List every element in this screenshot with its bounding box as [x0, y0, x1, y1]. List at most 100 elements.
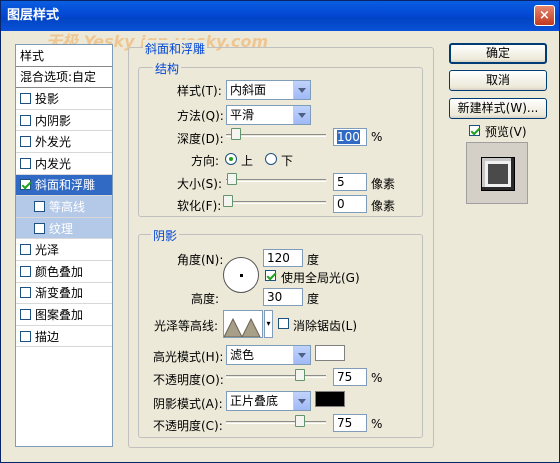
checkbox-gradient-overlay[interactable] [20, 287, 31, 299]
shadow-opacity-label: 不透明度(C): [153, 419, 223, 433]
soften-unit: 像素 [371, 199, 396, 213]
angle-label: 角度(N): [177, 253, 224, 267]
highlight-mode-select[interactable]: 滤色 [226, 345, 311, 365]
global-light-checkbox[interactable] [265, 270, 276, 281]
title-bar: 图层样式 × [1, 1, 559, 31]
style-item-satin[interactable]: 光泽 [16, 239, 112, 261]
highlight-mode-label: 高光模式(H): [153, 350, 224, 364]
style-item-outer-glow[interactable]: 外发光 [16, 131, 112, 153]
shadow-opacity-slider-thumb[interactable] [295, 415, 305, 427]
style-item-pattern-overlay[interactable]: 图案叠加 [16, 304, 112, 326]
size-label: 大小(S): [177, 177, 223, 191]
chevron-down-icon [293, 392, 310, 410]
angle-input[interactable]: 120 [263, 249, 303, 267]
altitude-label: 高度: [191, 292, 220, 306]
depth-label: 深度(D): [177, 132, 224, 146]
shadow-color-swatch[interactable] [315, 391, 345, 407]
checkbox-contour[interactable] [34, 200, 45, 212]
checkbox-outer-glow[interactable] [20, 136, 31, 148]
global-light-label: 使用全局光(G) [281, 271, 360, 285]
ok-button[interactable]: 确定 [449, 43, 547, 64]
style-item-bevel-emboss[interactable]: 斜面和浮雕 [16, 174, 112, 197]
direction-up-label: 上 [241, 154, 254, 168]
depth-input[interactable]: 100 [333, 128, 367, 146]
highlight-opacity-label: 不透明度(O): [153, 373, 224, 387]
shadow-mode-select[interactable]: 正片叠底 [226, 391, 311, 411]
checkbox-inner-shadow[interactable] [20, 114, 31, 126]
window-title: 图层样式 [7, 8, 60, 23]
highlight-opacity-slider-thumb[interactable] [295, 369, 305, 381]
altitude-unit: 度 [307, 292, 320, 306]
depth-slider[interactable] [226, 134, 326, 137]
technique-select[interactable]: 平滑 [226, 105, 311, 125]
blending-options-item[interactable]: 混合选项:自定 [16, 66, 112, 89]
highlight-opacity-input[interactable]: 75 [333, 368, 367, 386]
size-unit: 像素 [371, 177, 396, 191]
checkbox-stroke[interactable] [20, 330, 31, 342]
soften-label: 软化(F): [177, 199, 222, 213]
shadow-mode-label: 阴影模式(A): [153, 397, 223, 411]
chevron-down-icon [293, 106, 310, 124]
preview-label: 预览(V) [485, 125, 527, 139]
soften-slider-thumb[interactable] [223, 195, 233, 207]
direction-label: 方向: [191, 154, 220, 168]
soften-slider[interactable] [226, 201, 326, 204]
checkbox-satin[interactable] [20, 244, 31, 256]
gloss-contour-picker[interactable] [223, 310, 263, 339]
checkbox-inner-glow[interactable] [20, 157, 31, 169]
checkbox-texture[interactable] [34, 222, 45, 234]
checkbox-color-overlay[interactable] [20, 265, 31, 277]
technique-label: 方法(Q): [177, 109, 224, 123]
structure-title: 结构 [153, 60, 182, 77]
shadow-opacity-input[interactable]: 75 [333, 414, 367, 432]
style-item-texture[interactable]: 纹理 [16, 217, 112, 240]
preview-checkbox[interactable] [469, 125, 480, 136]
style-item-stroke[interactable]: 描边 [16, 326, 112, 348]
new-style-button[interactable]: 新建样式(W)... [449, 98, 547, 119]
size-slider[interactable] [226, 179, 326, 182]
bevel-emboss-title: 斜面和浮雕 [143, 40, 208, 57]
size-input[interactable]: 5 [333, 173, 367, 191]
style-item-inner-glow[interactable]: 内发光 [16, 153, 112, 175]
chevron-down-icon [293, 81, 310, 99]
checkbox-bevel-emboss[interactable] [20, 179, 31, 191]
highlight-color-swatch[interactable] [315, 345, 345, 361]
shadow-opacity-unit: % [371, 417, 383, 431]
angle-unit: 度 [307, 253, 320, 267]
direction-down-label: 下 [281, 154, 294, 168]
style-item-gradient-overlay[interactable]: 渐变叠加 [16, 283, 112, 305]
size-slider-thumb[interactable] [227, 173, 237, 185]
direction-up-radio[interactable] [225, 153, 237, 165]
style-select[interactable]: 内斜面 [226, 80, 311, 100]
checkbox-pattern-overlay[interactable] [20, 308, 31, 320]
highlight-opacity-slider[interactable] [226, 375, 326, 378]
altitude-input[interactable]: 30 [263, 288, 303, 306]
style-item-drop-shadow[interactable]: 投影 [16, 88, 112, 110]
direction-down-radio[interactable] [265, 153, 277, 165]
chevron-down-icon [293, 346, 310, 364]
highlight-opacity-unit: % [371, 371, 383, 385]
checkbox-drop-shadow[interactable] [20, 92, 31, 104]
shadow-opacity-slider[interactable] [226, 421, 326, 424]
styles-header[interactable]: 样式 [16, 45, 112, 67]
close-button[interactable]: × [534, 5, 555, 26]
shading-title: 阴影 [151, 227, 180, 244]
style-item-contour[interactable]: 等高线 [16, 196, 112, 218]
style-item-color-overlay[interactable]: 颜色叠加 [16, 261, 112, 283]
antialias-label: 消除锯齿(L) [293, 319, 358, 333]
antialias-checkbox[interactable] [278, 318, 289, 329]
cancel-button[interactable]: 取消 [449, 70, 547, 91]
style-preview [466, 142, 528, 204]
contour-preview-icon [223, 317, 261, 339]
close-icon: × [539, 8, 550, 23]
preview-square [481, 157, 515, 191]
styles-list: 样式 混合选项:自定 投影 内阴影 外发光 内发光 斜面和浮雕 等高线 纹理 光… [15, 44, 113, 447]
depth-unit: % [371, 130, 383, 144]
soften-input[interactable]: 0 [333, 195, 367, 213]
contour-dropdown-arrow-icon[interactable]: ▾ [264, 310, 273, 338]
style-item-inner-shadow[interactable]: 内阴影 [16, 110, 112, 132]
gloss-contour-label: 光泽等高线: [154, 319, 219, 333]
depth-slider-thumb[interactable] [231, 128, 241, 140]
layer-style-dialog: 图层样式 × 天极 Yesky ign.yesky.com 样式 混合选项:自定… [0, 0, 560, 463]
angle-dial[interactable] [223, 257, 259, 293]
